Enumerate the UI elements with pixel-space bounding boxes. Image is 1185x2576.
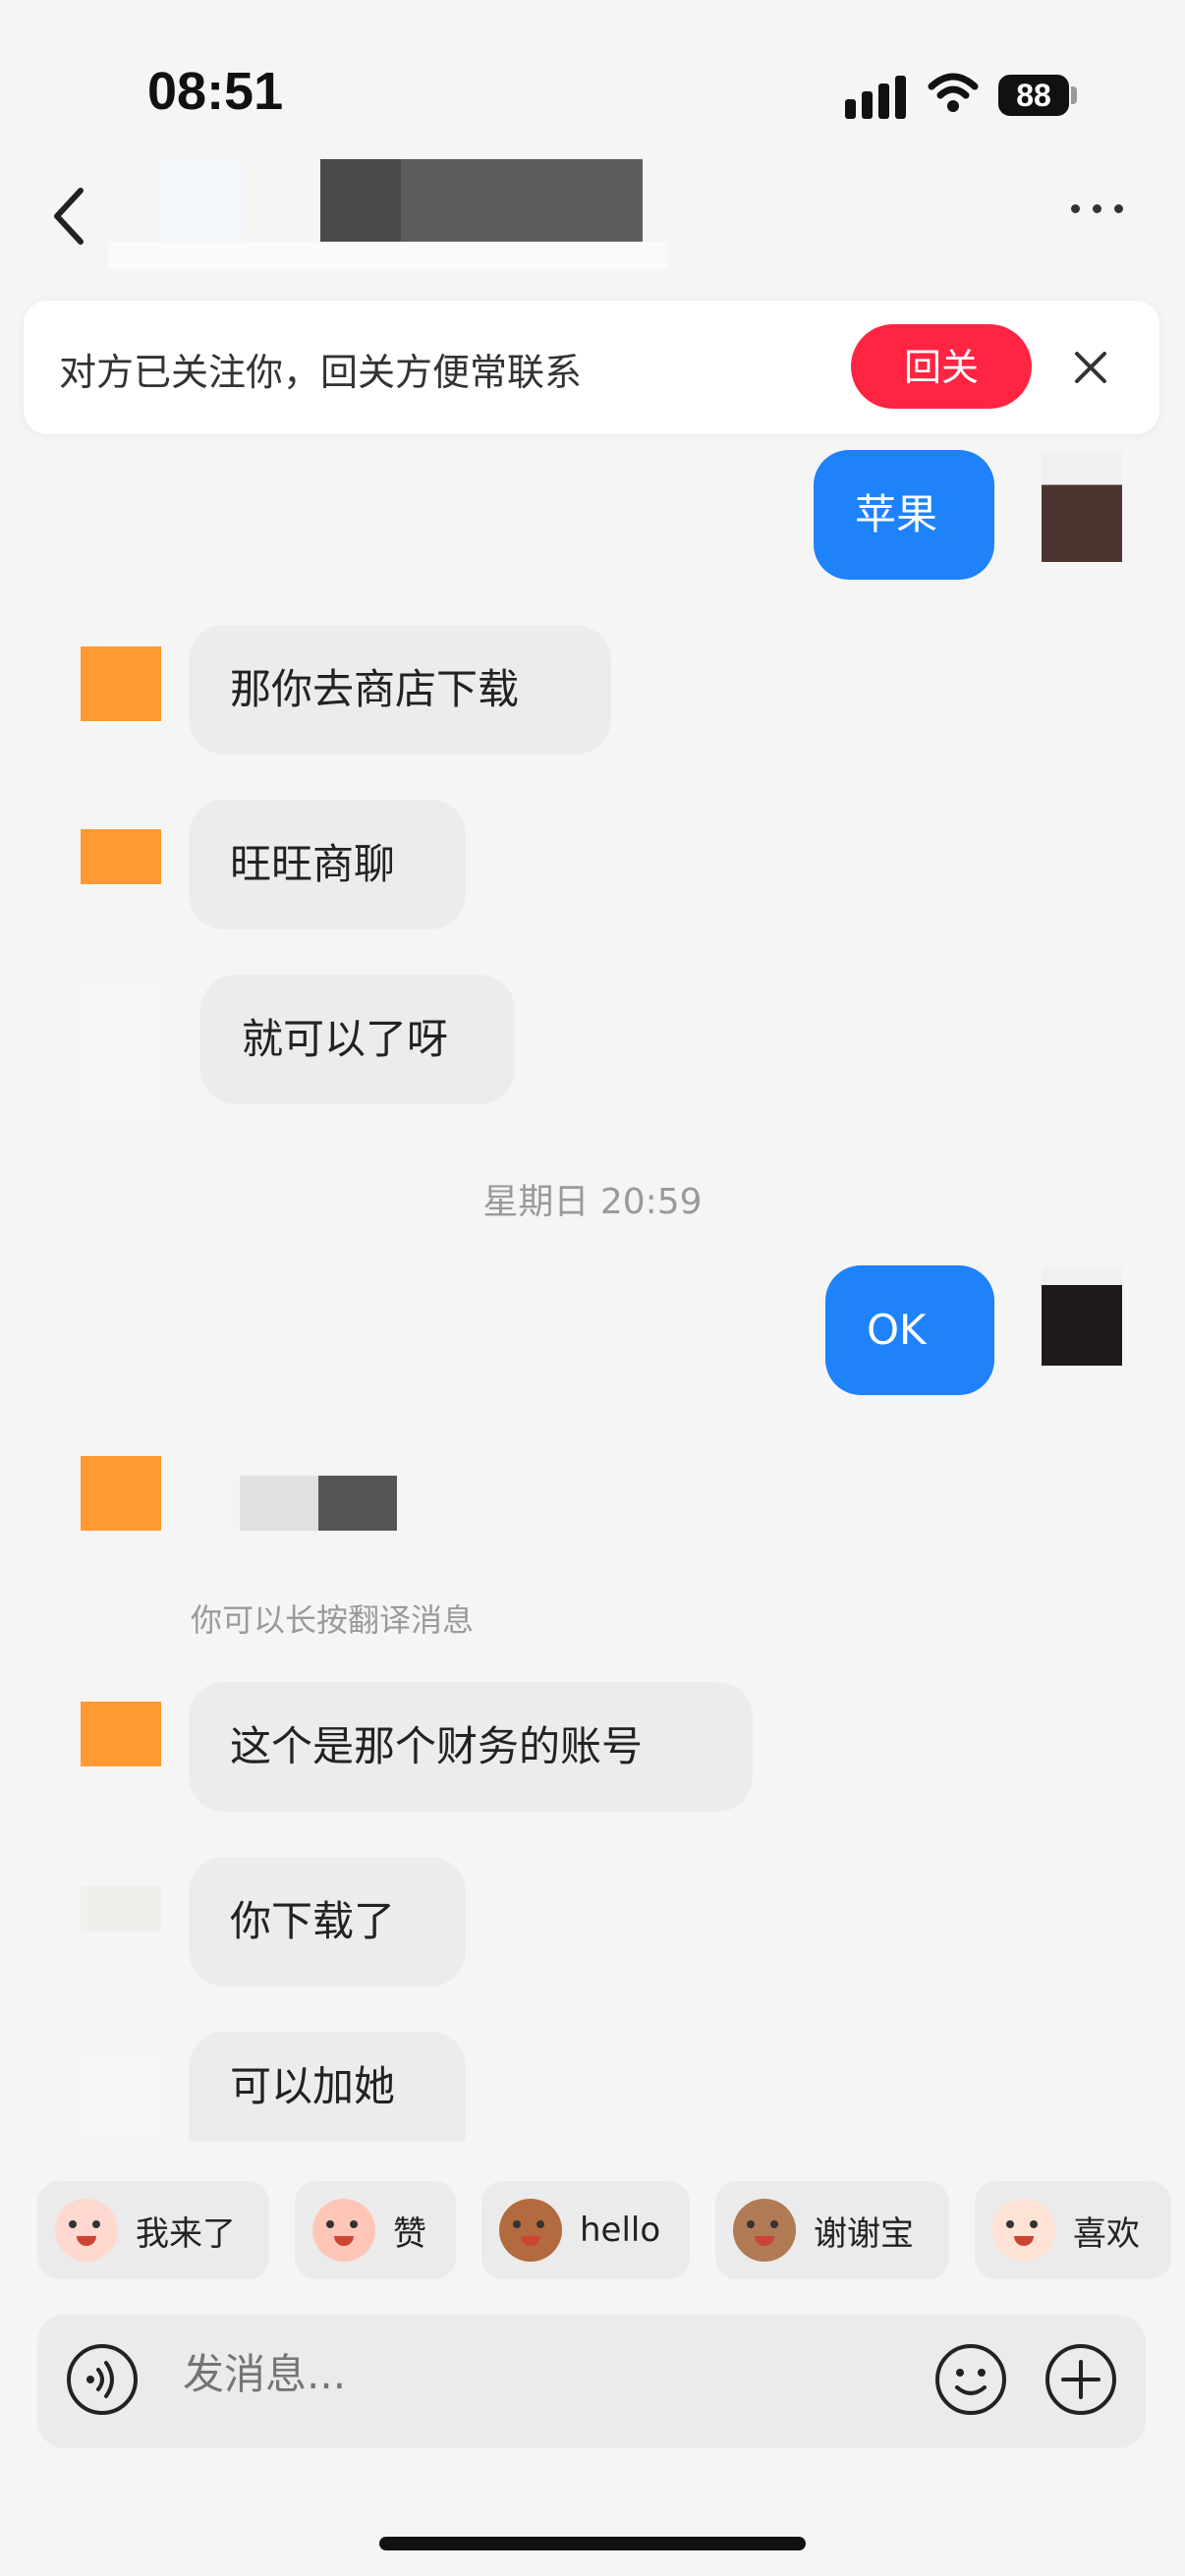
- wifi-icon: [928, 71, 979, 114]
- status-time: 08:51: [147, 62, 284, 121]
- message-text: 苹果: [855, 490, 938, 538]
- plus-icon: [1045, 2344, 1116, 2415]
- contact-avatar[interactable]: [81, 829, 161, 884]
- quick-reply-label: hello: [580, 2211, 661, 2250]
- more-button[interactable]: [1071, 196, 1126, 220]
- my-avatar[interactable]: [1042, 1267, 1122, 1366]
- contact-avatar[interactable]: [81, 2057, 161, 2136]
- message-bubble-incoming[interactable]: 那你去商店下载: [189, 625, 611, 755]
- contact-subtitle-redacted: [108, 242, 668, 269]
- sticker-icon: [312, 2199, 375, 2262]
- message-timestamp: 星期日 20:59: [482, 1182, 703, 1222]
- contact-name-redacted[interactable]: [320, 159, 643, 242]
- translate-hint: 你可以长按翻译消息: [191, 1601, 475, 1639]
- more-actions-button[interactable]: [1044, 2342, 1118, 2417]
- contact-avatar[interactable]: [81, 1456, 161, 1531]
- contact-avatar[interactable]: [81, 982, 161, 1120]
- voice-icon: [67, 2344, 138, 2415]
- quick-reply-label: 我来了: [136, 2213, 236, 2254]
- my-avatar[interactable]: [1042, 452, 1122, 562]
- sticker-icon: [55, 2199, 118, 2262]
- quick-reply-chip[interactable]: 谢谢宝: [715, 2181, 949, 2279]
- message-bubble-outgoing[interactable]: 苹果: [814, 450, 994, 580]
- redacted-block: [240, 1476, 318, 1531]
- message-text: 这个是那个财务的账号: [230, 1722, 644, 1770]
- message-text: 就可以了呀: [242, 1015, 449, 1063]
- quick-reply-chip[interactable]: 我来了: [37, 2181, 269, 2279]
- quick-reply-chip[interactable]: hello: [481, 2181, 690, 2279]
- message-bubble-incoming[interactable]: 旺旺商聊: [189, 800, 466, 929]
- cellular-signal-icon: [845, 74, 908, 119]
- contact-avatar[interactable]: [157, 157, 246, 246]
- redacted-block: [318, 1476, 397, 1531]
- message-bubble-incoming-redacted[interactable]: [189, 1440, 511, 1570]
- home-indicator: [379, 2537, 806, 2550]
- back-button[interactable]: [39, 177, 98, 255]
- message-text: 那你去商店下载: [230, 665, 520, 713]
- follow-banner-text: 对方已关注你，回关方便常联系: [59, 351, 583, 394]
- chevron-left-icon: [54, 188, 84, 245]
- quick-reply-chip[interactable]: 赞: [295, 2181, 456, 2279]
- follow-back-button[interactable]: 回关: [851, 324, 1032, 409]
- sticker-icon: [992, 2199, 1055, 2262]
- close-icon: [1075, 352, 1106, 383]
- message-bubble-outgoing[interactable]: OK: [825, 1265, 994, 1395]
- emoji-button[interactable]: [933, 2342, 1008, 2417]
- contact-avatar[interactable]: [81, 1702, 161, 1766]
- close-banner-button[interactable]: [1069, 346, 1112, 389]
- sticker-icon: [733, 2199, 796, 2262]
- quick-reply-label: 喜欢: [1073, 2213, 1140, 2254]
- message-bubble-incoming[interactable]: 可以加她: [189, 2032, 466, 2142]
- quick-reply-label: 赞: [393, 2213, 426, 2254]
- message-input[interactable]: [183, 2350, 871, 2398]
- message-text: OK: [867, 1306, 927, 1354]
- message-bubble-incoming[interactable]: 你下载了: [189, 1857, 466, 1987]
- battery-icon: 88: [998, 75, 1069, 116]
- more-dots-icon: [1071, 204, 1080, 213]
- battery-tip: [1071, 86, 1077, 104]
- status-bar: 08:51 88: [0, 0, 1185, 147]
- message-bubble-incoming[interactable]: 这个是那个财务的账号: [189, 1682, 753, 1812]
- message-text: 你下载了: [230, 1897, 396, 1945]
- contact-avatar[interactable]: [81, 1886, 161, 1932]
- quick-reply-label: 谢谢宝: [814, 2213, 914, 2254]
- message-text: 旺旺商聊: [230, 840, 396, 888]
- sticker-icon: [499, 2199, 562, 2262]
- message-text: 可以加她: [230, 2062, 396, 2110]
- message-bubble-incoming[interactable]: 就可以了呀: [200, 975, 515, 1104]
- voice-input-button[interactable]: [65, 2342, 140, 2417]
- contact-avatar[interactable]: [81, 646, 161, 721]
- smiley-icon: [935, 2344, 1006, 2415]
- quick-reply-chip[interactable]: 喜欢: [975, 2181, 1171, 2279]
